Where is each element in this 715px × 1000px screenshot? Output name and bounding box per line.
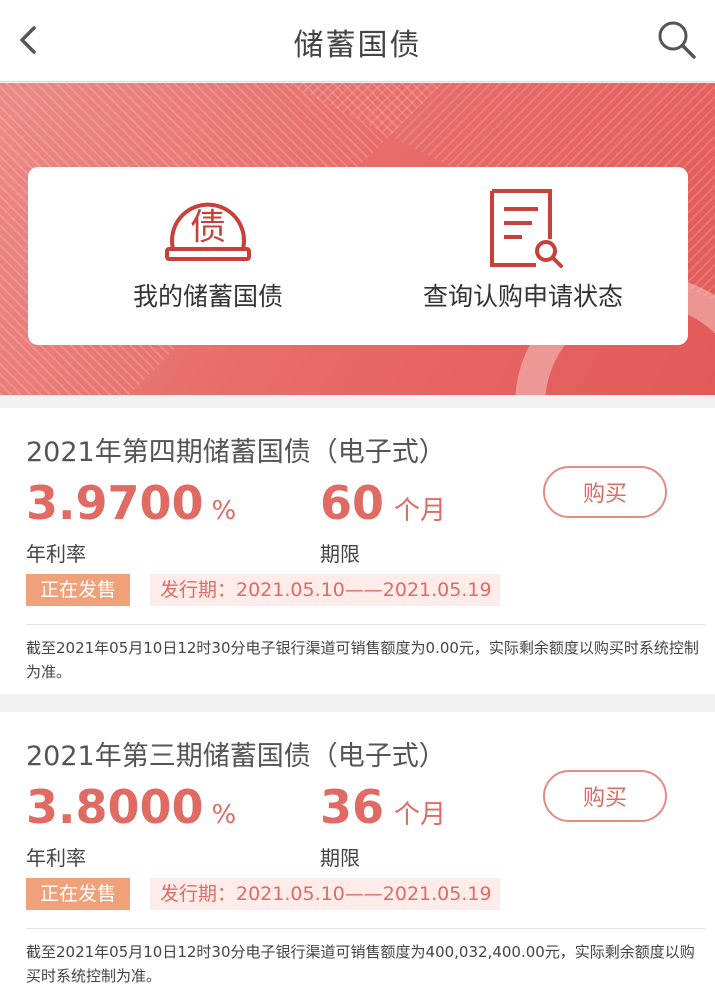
term-value: 60 个月	[320, 476, 446, 530]
rate-value: 3.9700%	[26, 476, 236, 530]
nav-bar: 储蓄国债	[0, 0, 715, 82]
quota-note: 截至2021年05月10日12时30分电子银行渠道可销售额度为400,032,4…	[26, 943, 695, 985]
divider	[26, 928, 705, 929]
rate-unit: %	[211, 496, 237, 526]
term-unit: 个月	[394, 496, 447, 526]
term-label: 期限	[320, 542, 360, 566]
bond-coin-icon: 债	[165, 202, 251, 261]
banner: 债 我的储蓄国债 查询认购申请状态	[0, 83, 715, 395]
document-search-icon	[490, 189, 563, 268]
term-value: 36 个月	[320, 780, 446, 834]
rate-unit: %	[211, 800, 237, 830]
page-title: 储蓄国债	[293, 28, 422, 63]
bond-card: 2021年第四期储蓄国债（电子式） 3.9700% 年利率 60 个月 期限 购买…	[0, 408, 715, 694]
rate-number: 3.8000	[26, 780, 204, 834]
bond-card: 2021年第三期储蓄国债（电子式） 3.8000% 年利率 36 个月 期限 购买…	[0, 712, 715, 1000]
status-badge: 正在发售	[26, 878, 130, 910]
search-icon[interactable]	[653, 16, 701, 64]
bond-title: 2021年第三期储蓄国债（电子式）	[26, 741, 446, 772]
my-bonds-label: 我的储蓄国债	[132, 282, 283, 311]
rate-value: 3.8000%	[26, 780, 236, 834]
status-badge: 正在发售	[26, 574, 130, 606]
my-bonds-button[interactable]: 债 我的储蓄国债	[58, 187, 358, 327]
quota-note: 截至2021年05月10日12时30分电子银行渠道可销售额度为0.00元，实际剩…	[26, 639, 699, 681]
rate-label: 年利率	[26, 846, 86, 870]
query-status-label: 查询认购申请状态	[422, 282, 623, 311]
quick-actions-card: 债 我的储蓄国债 查询认购申请状态	[28, 167, 688, 345]
buy-button[interactable]: 购买	[543, 466, 667, 518]
term-label: 期限	[320, 846, 360, 870]
term-number: 60	[320, 476, 385, 530]
issue-period: 发行期：2021.05.10——2021.05.19	[150, 574, 500, 606]
bond-icon-char: 债	[190, 207, 226, 248]
divider	[26, 624, 705, 625]
term-unit: 个月	[394, 800, 447, 830]
issue-period: 发行期：2021.05.10——2021.05.19	[150, 878, 500, 910]
buy-button[interactable]: 购买	[543, 770, 667, 822]
bond-title: 2021年第四期储蓄国债（电子式）	[26, 437, 446, 468]
query-status-button[interactable]: 查询认购申请状态	[373, 187, 673, 327]
term-number: 36	[320, 780, 385, 834]
rate-label: 年利率	[26, 542, 86, 566]
rate-number: 3.9700	[26, 476, 204, 530]
